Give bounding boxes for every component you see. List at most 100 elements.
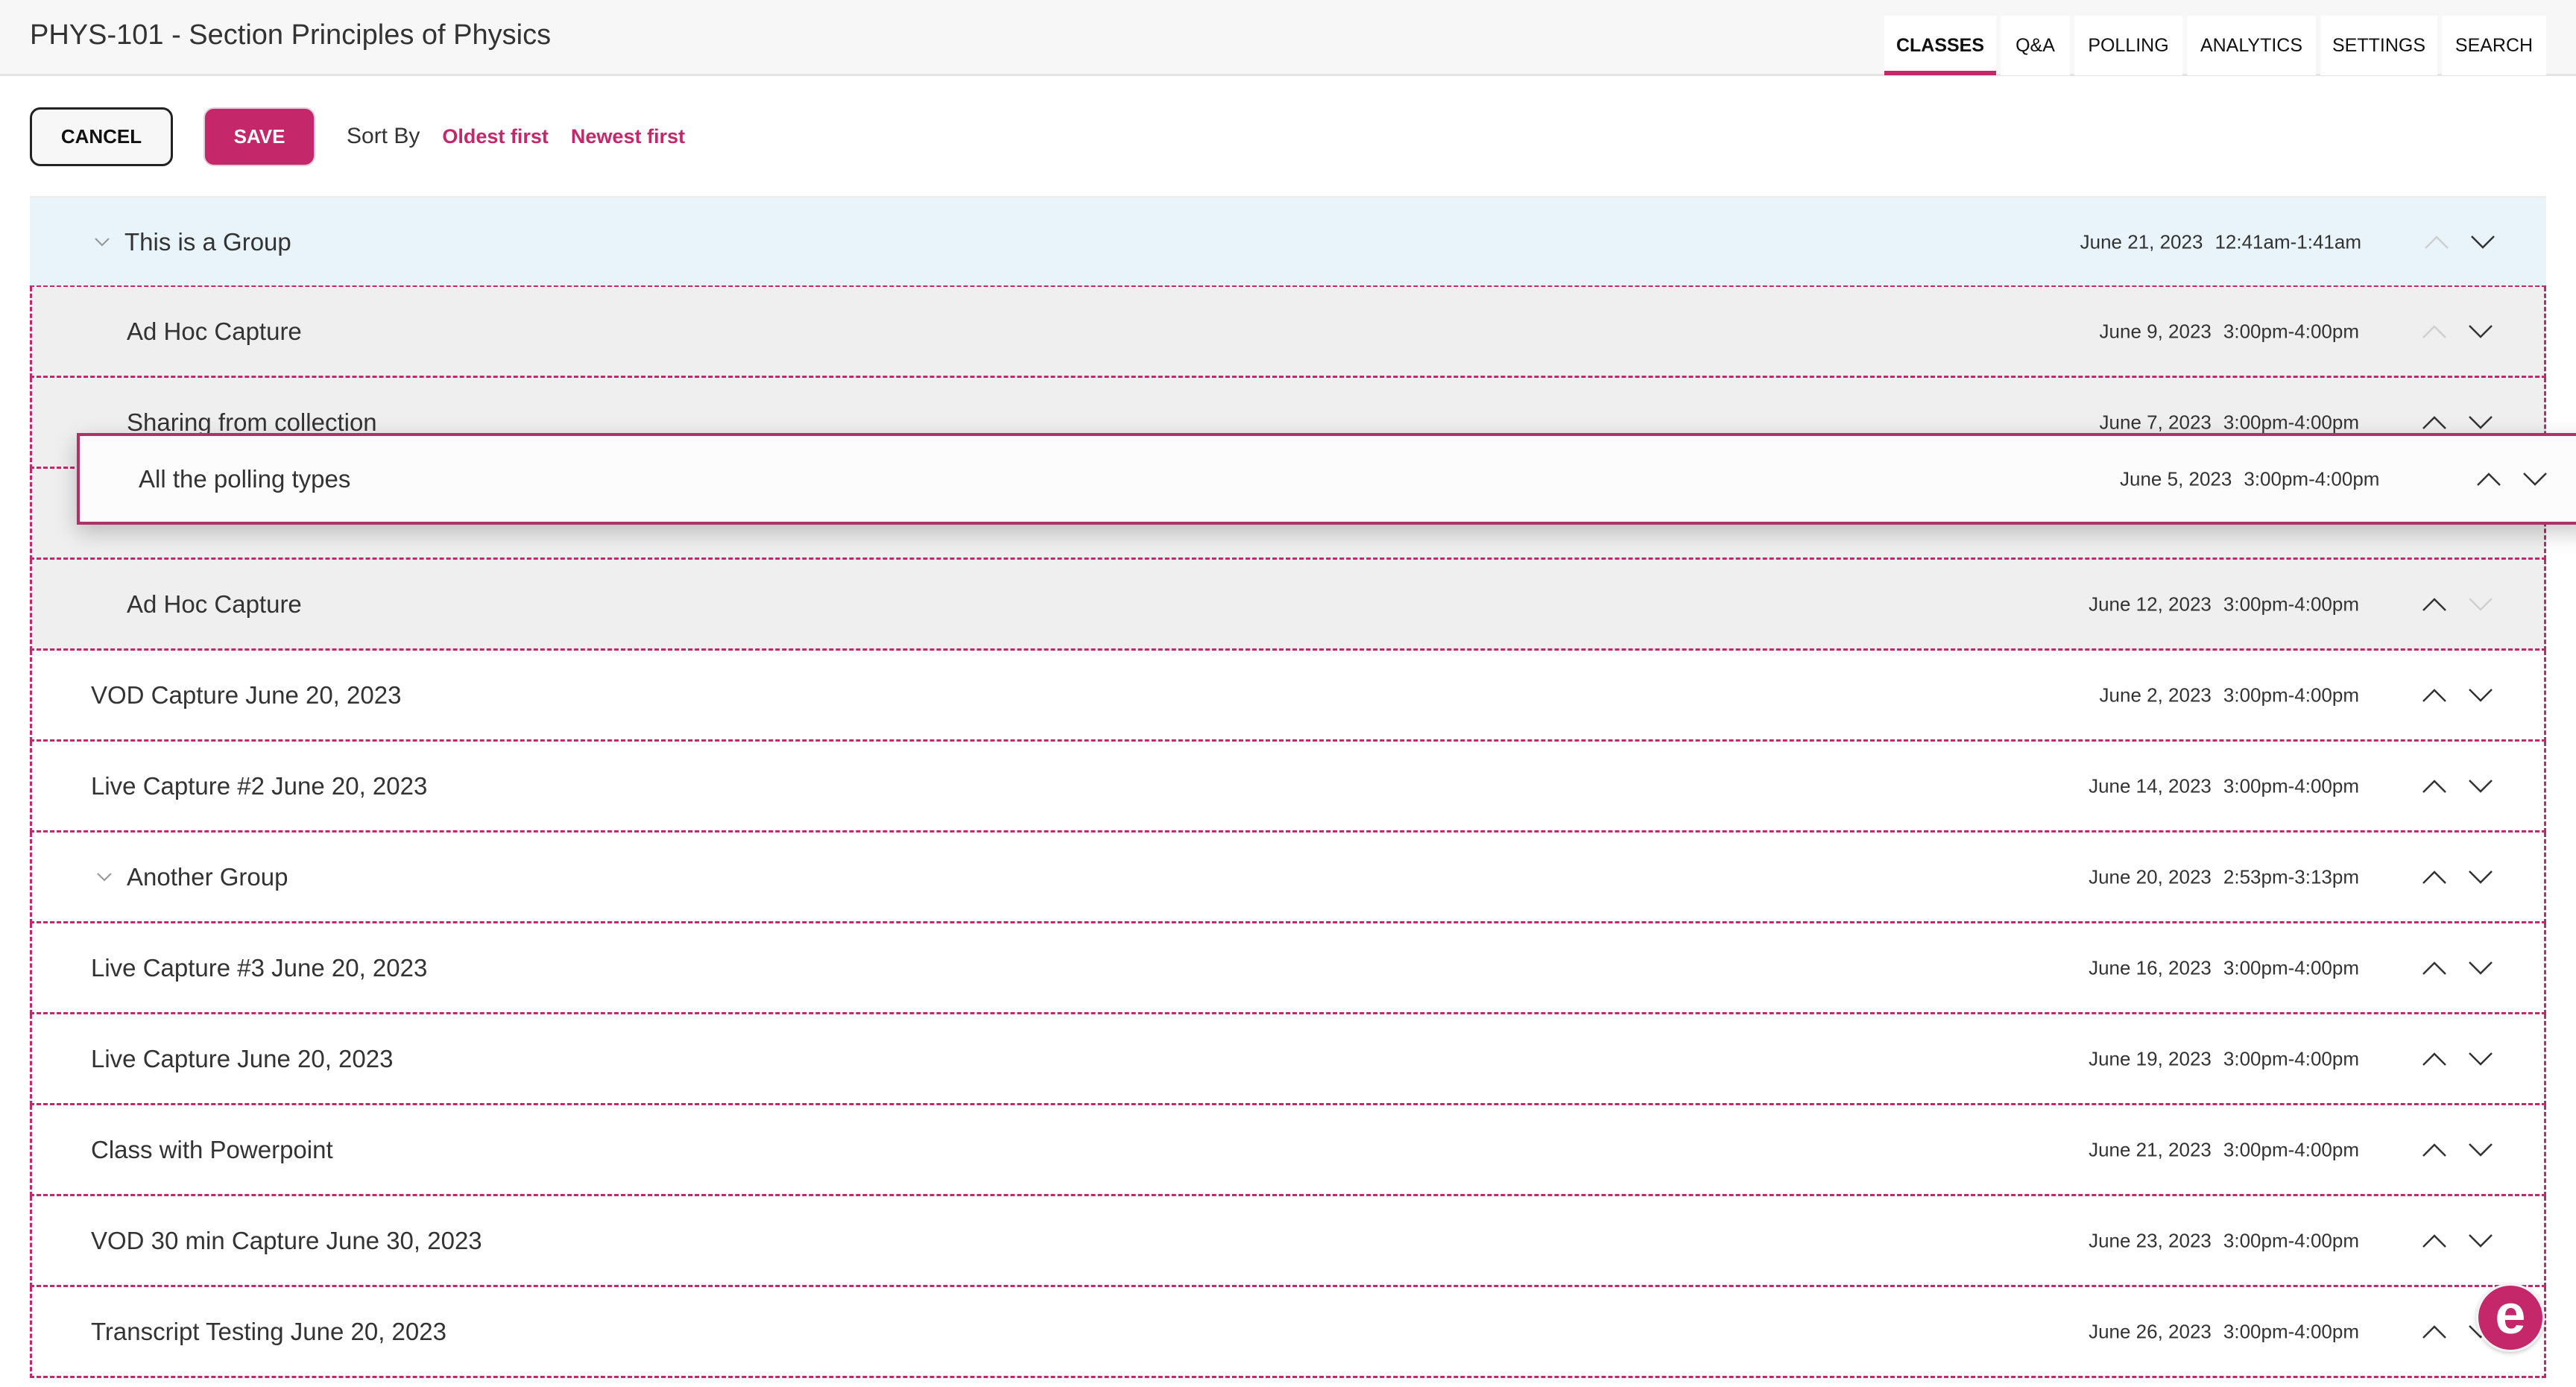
class-row[interactable]: Class with Powerpoint June 21, 2023 3:00pm… xyxy=(30,1105,2546,1196)
class-row[interactable]: Live Capture #2 June 20, 2023 June 14, 20… xyxy=(30,742,2546,832)
sort-newest-link[interactable]: Newest first xyxy=(571,125,685,148)
move-up-icon[interactable] xyxy=(2422,597,2447,612)
row-title: Live Capture #2 June 20, 2023 xyxy=(91,771,428,800)
row-date: June 21, 2023 xyxy=(2080,230,2203,253)
reorder-controls xyxy=(2422,1233,2493,1248)
move-down-icon[interactable] xyxy=(2470,235,2496,250)
row-datetime: June 14, 2023 3:00pm-4:00pm xyxy=(2089,774,2359,797)
tab-settings[interactable]: SETTINGS xyxy=(2320,16,2437,75)
echo-help-button[interactable]: e xyxy=(2476,1283,2545,1352)
row-datetime: June 12, 2023 3:00pm-4:00pm xyxy=(2089,593,2359,616)
group-expand-chevron-icon[interactable] xyxy=(96,872,113,882)
move-down-icon[interactable] xyxy=(2468,597,2493,612)
move-up-icon[interactable] xyxy=(2422,324,2447,339)
reorder-controls xyxy=(2422,870,2493,885)
reorder-controls xyxy=(2422,779,2493,794)
app-header: PHYS-101 - Section Principles of Physics… xyxy=(0,0,2576,76)
row-datetime: June 9, 2023 3:00pm-4:00pm xyxy=(2100,320,2359,343)
row-title: All the polling types xyxy=(139,464,351,493)
row-date: June 12, 2023 xyxy=(2089,593,2212,615)
move-down-icon[interactable] xyxy=(2468,870,2493,885)
row-title: Transcript Testing June 20, 2023 xyxy=(91,1317,446,1345)
row-date: June 14, 2023 xyxy=(2089,774,2212,797)
page-title: PHYS-101 - Section Principles of Physics xyxy=(30,19,552,51)
row-datetime: June 21, 2023 3:00pm-4:00pm xyxy=(2089,1138,2359,1161)
row-time: 3:00pm-4:00pm xyxy=(2223,956,2359,979)
move-up-icon[interactable] xyxy=(2422,688,2447,703)
move-up-icon[interactable] xyxy=(2422,779,2447,794)
move-up-icon[interactable] xyxy=(2476,472,2501,487)
move-up-icon[interactable] xyxy=(2422,1052,2447,1067)
row-title: Ad Hoc Capture xyxy=(127,317,302,345)
tab-qa[interactable]: Q&A xyxy=(2001,16,2070,75)
reorder-controls xyxy=(2422,1052,2493,1067)
row-date: June 2, 2023 xyxy=(2099,683,2212,706)
row-title: VOD Capture June 20, 2023 xyxy=(91,680,402,709)
row-time: 3:00pm-4:00pm xyxy=(2223,1138,2359,1160)
move-up-icon[interactable] xyxy=(2424,235,2449,250)
row-datetime: June 2, 2023 3:00pm-4:00pm xyxy=(2100,683,2359,707)
row-date: June 16, 2023 xyxy=(2089,956,2212,979)
class-row[interactable]: VOD 30 min Capture June 30, 2023 June 23,… xyxy=(30,1196,2546,1287)
row-datetime: June 21, 2023 12:41am-1:41am xyxy=(2080,230,2361,253)
move-down-icon[interactable] xyxy=(2468,1143,2493,1157)
row-title: Live Capture #3 June 20, 2023 xyxy=(91,953,428,982)
row-time: 3:00pm-4:00pm xyxy=(2223,1047,2359,1070)
row-time: 12:41am-1:41am xyxy=(2214,230,2361,253)
toolbar: CANCEL SAVE Sort By Oldest first Newest … xyxy=(30,107,685,166)
dragging-class-item[interactable]: All the polling types June 5, 2023 3:00pm… xyxy=(77,433,2576,525)
group-row[interactable]: Another Group June 20, 2023 2:53pm-3:13pm xyxy=(30,832,2546,923)
row-date: June 26, 2023 xyxy=(2089,1320,2212,1342)
tab-classes[interactable]: CLASSES xyxy=(1884,16,1996,75)
class-row[interactable]: Transcript Testing June 20, 2023 June 26,… xyxy=(30,1287,2546,1378)
move-down-icon[interactable] xyxy=(2468,961,2493,976)
move-up-icon[interactable] xyxy=(2422,961,2447,976)
sort-by-label: Sort By xyxy=(347,124,420,148)
sort-oldest-link[interactable]: Oldest first xyxy=(442,125,549,148)
tab-polling[interactable]: POLLING xyxy=(2074,16,2182,75)
cancel-button[interactable]: CANCEL xyxy=(30,107,173,166)
tab-search[interactable]: SEARCH xyxy=(2442,16,2546,75)
move-down-icon[interactable] xyxy=(2468,415,2493,430)
group-expand-chevron-icon[interactable] xyxy=(94,237,110,247)
move-up-icon[interactable] xyxy=(2422,415,2447,430)
row-time: 3:00pm-4:00pm xyxy=(2223,1229,2359,1251)
row-title: This is a Group xyxy=(124,227,291,256)
move-up-icon[interactable] xyxy=(2422,1233,2447,1248)
class-row[interactable]: Ad Hoc Capture June 12, 2023 3:00pm-4:00pm xyxy=(30,560,2546,651)
row-title: Another Group xyxy=(127,862,288,891)
row-time: 3:00pm-4:00pm xyxy=(2244,467,2380,490)
row-title: Ad Hoc Capture xyxy=(127,590,302,618)
reorder-controls xyxy=(2422,688,2493,703)
move-up-icon[interactable] xyxy=(2422,870,2447,885)
row-date: June 20, 2023 xyxy=(2089,865,2212,888)
reorder-controls xyxy=(2424,235,2496,250)
move-down-icon[interactable] xyxy=(2468,1052,2493,1067)
row-title: Sharing from collection xyxy=(127,408,377,436)
class-row[interactable]: Live Capture #3 June 20, 2023 June 16, 20… xyxy=(30,923,2546,1014)
row-datetime: June 19, 2023 3:00pm-4:00pm xyxy=(2089,1047,2359,1070)
row-date: June 23, 2023 xyxy=(2089,1229,2212,1251)
move-down-icon[interactable] xyxy=(2468,1233,2493,1248)
row-date: June 5, 2023 xyxy=(2120,467,2232,490)
row-datetime: June 23, 2023 3:00pm-4:00pm xyxy=(2089,1229,2359,1252)
row-time: 3:00pm-4:00pm xyxy=(2223,411,2359,433)
move-up-icon[interactable] xyxy=(2422,1324,2447,1339)
group-row[interactable]: This is a Group June 21, 2023 12:41am-1:41… xyxy=(30,196,2546,288)
class-row[interactable]: Ad Hoc Capture June 9, 2023 3:00pm-4:00pm xyxy=(30,287,2546,378)
move-down-icon[interactable] xyxy=(2468,324,2493,339)
tab-analytics[interactable]: ANALYTICS xyxy=(2187,16,2316,75)
move-down-icon[interactable] xyxy=(2522,472,2548,487)
nav-tabs: CLASSES Q&A POLLING ANALYTICS SETTINGS S… xyxy=(1884,16,2546,75)
save-button[interactable]: SAVE xyxy=(203,107,315,166)
class-row[interactable]: VOD Capture June 20, 2023 June 2, 2023 3:0… xyxy=(30,651,2546,742)
row-time: 2:53pm-3:13pm xyxy=(2223,865,2359,888)
move-down-icon[interactable] xyxy=(2468,779,2493,794)
row-date: June 21, 2023 xyxy=(2089,1138,2212,1160)
row-date: June 19, 2023 xyxy=(2089,1047,2212,1070)
move-up-icon[interactable] xyxy=(2422,1143,2447,1157)
reorder-controls xyxy=(2422,1143,2493,1157)
row-date: June 7, 2023 xyxy=(2099,411,2212,433)
move-down-icon[interactable] xyxy=(2468,688,2493,703)
class-row[interactable]: Live Capture June 20, 2023 June 19, 2023 3… xyxy=(30,1014,2546,1105)
